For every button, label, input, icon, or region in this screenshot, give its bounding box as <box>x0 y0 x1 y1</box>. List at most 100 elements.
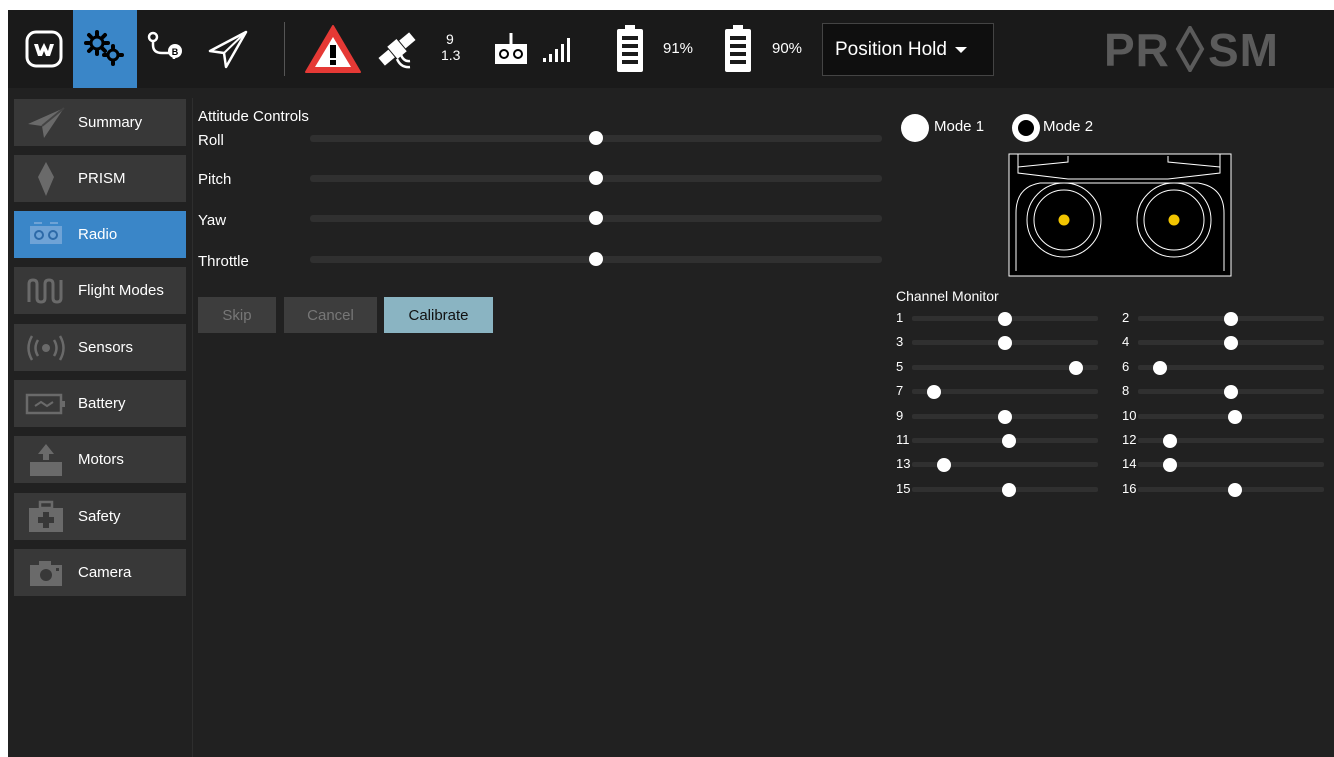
sidebar-item-prism[interactable]: PRISM <box>14 155 186 202</box>
channel-9-indicator <box>998 409 1012 424</box>
motor-icon <box>14 436 78 483</box>
roll-label: Roll <box>198 132 224 149</box>
sidebar-item-flight-modes[interactable]: Flight Modes <box>14 267 186 314</box>
channel-monitor-title: Channel Monitor <box>896 288 999 304</box>
svg-text:SM: SM <box>1208 26 1279 72</box>
cancel-button[interactable]: Cancel <box>284 297 377 333</box>
channel-11-indicator <box>1001 434 1016 448</box>
paper-plane-icon <box>14 99 78 146</box>
channel-7-indicator <box>927 385 942 400</box>
mode1-radio[interactable] <box>901 114 929 142</box>
yaw-slider-track <box>310 211 882 225</box>
channel-14-indicator <box>1162 458 1177 473</box>
gps-status-button[interactable] <box>372 10 422 88</box>
radio-transmitter-icon <box>495 33 527 64</box>
satellite-count: 9 <box>446 31 454 47</box>
yaw-slider-knob[interactable] <box>589 211 603 225</box>
plan-view-button[interactable]: B <box>138 10 194 88</box>
sidebar-item-label: Sensors <box>78 339 134 356</box>
sidebar-item-label: Flight Modes <box>78 282 164 299</box>
battery2-percent: 90% <box>772 40 803 57</box>
channel-10-indicator <box>1227 409 1242 424</box>
skip-button[interactable]: Skip <box>198 297 276 333</box>
channel-4-label: 4 <box>1122 334 1130 350</box>
channel-10-label: 10 <box>1122 407 1137 423</box>
flight-mode-value: Position Hold <box>835 38 947 60</box>
svg-text:PR: PR <box>1104 26 1170 72</box>
first-aid-icon <box>14 493 78 540</box>
warning-triangle-icon <box>305 25 361 73</box>
battery-icon <box>14 380 78 427</box>
sidebar-item-motors[interactable]: Motors <box>14 436 186 483</box>
channel-13-indicator <box>936 458 951 473</box>
radio-transmitter-icon <box>14 211 78 258</box>
sidebar-divider <box>192 98 193 757</box>
gears-icon <box>84 30 124 66</box>
throttle-slider-track <box>310 252 882 266</box>
channel-16-indicator <box>1227 482 1242 497</box>
channel-6-indicator <box>1153 360 1168 375</box>
channel-12-label: 12 <box>1122 432 1137 447</box>
channel-5-label: 5 <box>896 358 904 374</box>
app-logo-button[interactable] <box>18 10 70 88</box>
roll-slider-knob[interactable] <box>589 131 603 145</box>
svg-text:B: B <box>172 47 179 57</box>
top-toolbar: B 9 1.3 91% 90% Position Hold PR SM <box>8 10 1334 88</box>
chevron-down-icon <box>954 46 967 53</box>
channel-15-indicator <box>1001 482 1016 497</box>
battery2-icon <box>720 10 756 88</box>
channel-9-label: 9 <box>896 407 904 423</box>
sidebar-item-battery[interactable]: Battery <box>14 380 186 427</box>
sidebar-item-label: Camera <box>78 564 132 581</box>
sidebar-item-sensors[interactable]: Sensors <box>14 324 186 371</box>
sidebar-item-label: Radio <box>78 226 118 243</box>
sidebar-item-safety[interactable]: Safety <box>14 493 186 540</box>
channel-3-indicator <box>998 336 1012 351</box>
rc-status-button[interactable] <box>486 10 536 88</box>
radio-selected-dot <box>1018 120 1034 136</box>
throttle-slider-knob[interactable] <box>589 252 603 266</box>
channel-5-indicator <box>1068 360 1083 375</box>
channel-8-label: 8 <box>1122 383 1130 399</box>
attitude-controls-title: Attitude Controls <box>198 108 309 125</box>
hdop-value: 1.3 <box>441 47 461 63</box>
mode2-label: Mode 2 <box>1043 118 1094 135</box>
flight-mode-dropdown[interactable]: Position Hold <box>822 23 994 76</box>
channel-14-label: 14 <box>1122 456 1137 472</box>
app-window: B 9 1.3 91% 90% Position Hold PR SM Summ… <box>8 10 1334 757</box>
sidebar-item-label: PRISM <box>78 170 126 187</box>
channel-2-label: 2 <box>1122 310 1130 325</box>
channel-6-label: 6 <box>1122 358 1130 374</box>
sidebar-item-radio[interactable]: Radio <box>14 211 186 258</box>
channel-3-label: 3 <box>896 334 904 350</box>
rc-signal-strength-icon <box>538 10 578 88</box>
sidebar-item-camera[interactable]: Camera <box>14 549 186 596</box>
toolbar-divider <box>284 22 285 76</box>
channel-12-indicator <box>1162 434 1177 448</box>
sidebar-item-summary[interactable]: Summary <box>14 99 186 146</box>
waypoint-path-icon: B <box>147 31 182 60</box>
app-logo-icon <box>25 30 63 68</box>
pitch-slider-knob[interactable] <box>589 171 603 185</box>
warning-button[interactable] <box>300 10 366 88</box>
calibrate-button[interactable]: Calibrate <box>384 297 493 333</box>
transmitter-sticks-diagram <box>1008 153 1232 277</box>
prism-diamond-icon <box>14 155 78 202</box>
battery1-icon <box>612 10 648 88</box>
channel-7-label: 7 <box>896 383 904 399</box>
prism-brand-logo: PR SM <box>1104 26 1279 72</box>
mode2-radio[interactable] <box>1012 114 1040 142</box>
channel-16-label: 16 <box>1122 480 1137 496</box>
vehicle-setup-button[interactable] <box>73 10 137 88</box>
channel-4-indicator <box>1224 336 1238 351</box>
channel-1-indicator <box>998 312 1012 326</box>
battery1-percent: 91% <box>663 40 694 57</box>
pitch-label: Pitch <box>198 171 232 188</box>
channel-2-indicator <box>1224 312 1238 326</box>
sidebar-item-label: Safety <box>78 508 121 525</box>
channel-8-indicator <box>1224 385 1238 400</box>
pitch-slider-track <box>310 171 882 185</box>
fly-view-button[interactable] <box>198 10 258 88</box>
right-stick-position <box>1168 214 1180 226</box>
satellite-icon <box>378 32 416 69</box>
